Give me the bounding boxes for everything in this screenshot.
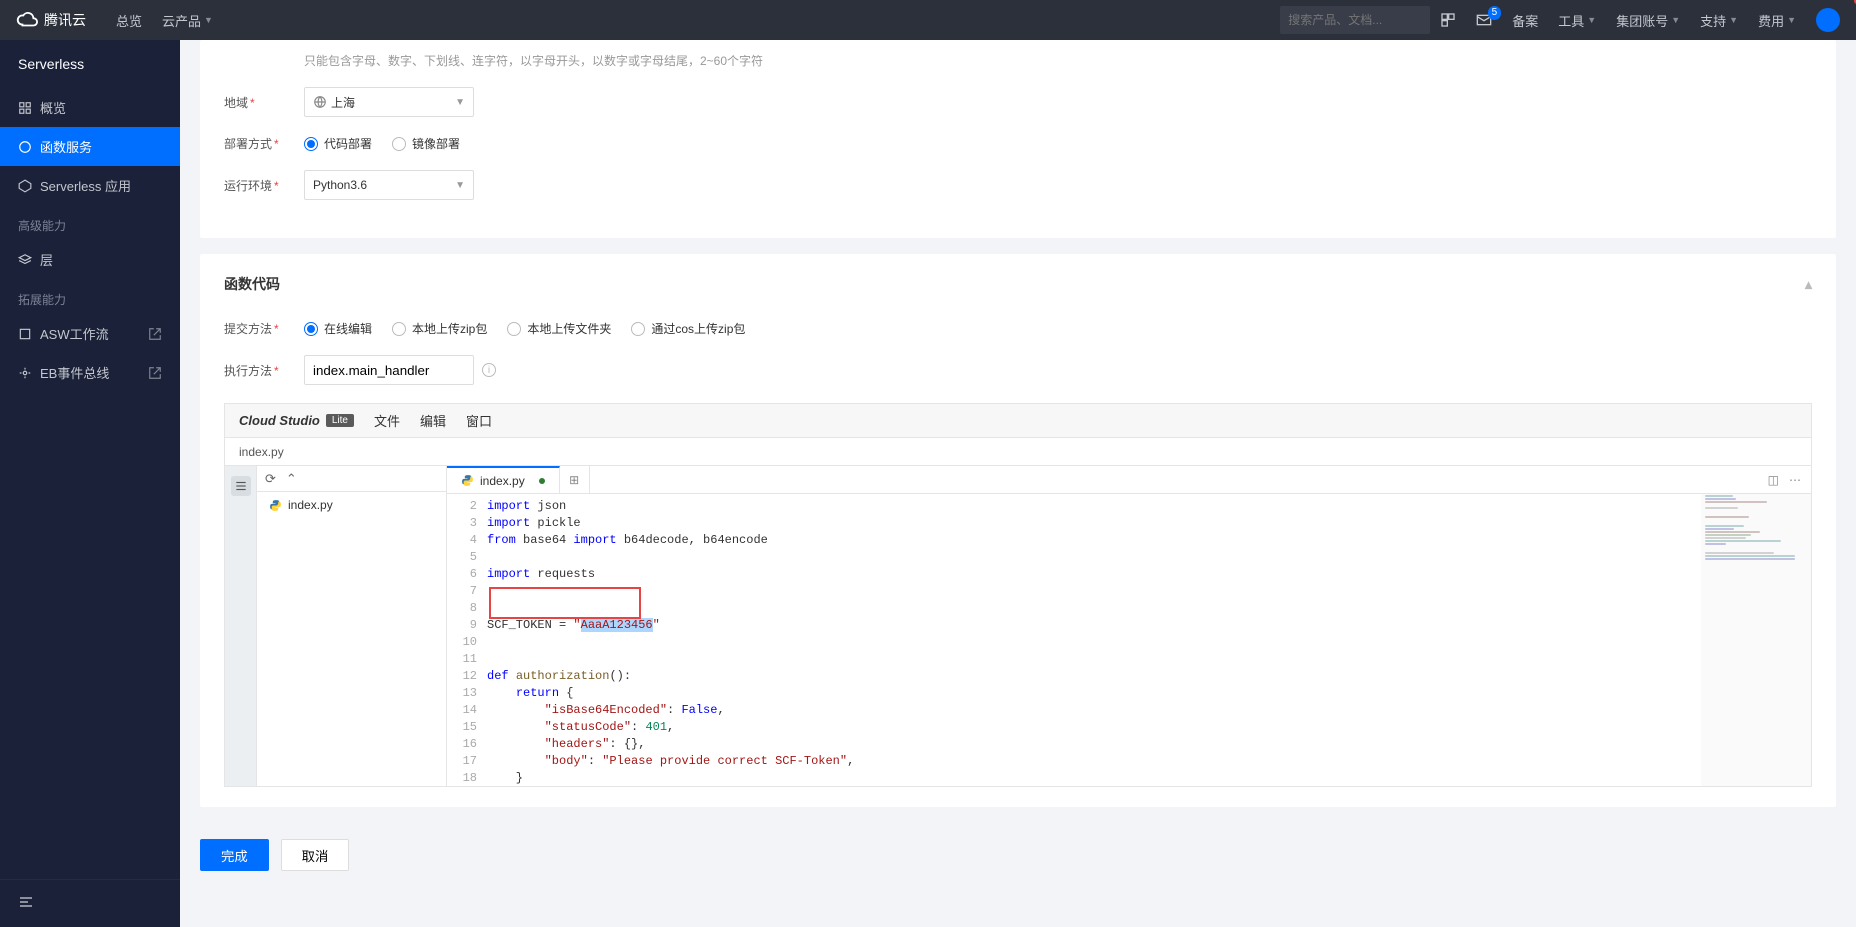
- radio-submit-online[interactable]: 在线编辑: [304, 320, 372, 337]
- sidebar-collapse[interactable]: [0, 879, 180, 927]
- nav-overview[interactable]: 总览: [106, 11, 152, 30]
- brand-logo[interactable]: 腾讯云: [16, 9, 86, 31]
- ide: Cloud StudioLite 文件 编辑 窗口 index.py ⟳: [224, 403, 1812, 787]
- topbar: 腾讯云 总览 云产品▼ 5 备案 工具▼ 集团账号▼ 支持▼ 费用▼: [0, 0, 1856, 40]
- ide-explorer: ⟳ ⌃ index.py: [257, 466, 447, 786]
- ide-tab-index[interactable]: index.py: [447, 466, 560, 493]
- globe-icon: [313, 95, 327, 109]
- brand-text: 腾讯云: [44, 10, 86, 30]
- explorer-file-index[interactable]: index.py: [257, 492, 446, 518]
- refresh-icon[interactable]: ⟳: [265, 471, 276, 487]
- sidebar-item-eb[interactable]: EB事件总线: [0, 353, 180, 392]
- layers-icon: [18, 253, 32, 267]
- minimap[interactable]: [1701, 494, 1811, 786]
- chevron-down-icon: ▼: [204, 15, 213, 25]
- complete-button[interactable]: 完成: [200, 839, 269, 871]
- workflow-icon: [18, 327, 32, 341]
- basic-config-panel: 只能包含字母、数字、下划线、连字符，以字母开头，以数字或字母结尾，2~60个字符…: [200, 40, 1836, 238]
- radio-deploy-image[interactable]: 镜像部署: [392, 135, 460, 152]
- mini-program-icon[interactable]: [1440, 12, 1456, 28]
- label-handler: 执行方法*: [224, 362, 304, 379]
- more-icon[interactable]: ⋯: [1789, 473, 1801, 487]
- menu-support[interactable]: 支持▼: [1690, 11, 1748, 30]
- python-icon: [461, 474, 474, 487]
- external-link-icon: [148, 366, 162, 380]
- nav-products[interactable]: 云产品▼: [152, 11, 223, 30]
- footer-actions: 完成 取消: [200, 823, 1836, 887]
- radio-submit-cos[interactable]: 通过cos上传zip包: [631, 320, 745, 337]
- collapse-icon: [18, 894, 34, 910]
- function-code-panel: 函数代码 ▴ 提交方法* 在线编辑 本地上传zip包 本地上传文件夹 通过cos…: [200, 254, 1836, 807]
- chevron-down-icon: ▼: [455, 180, 465, 191]
- ide-breadcrumb: index.py: [225, 438, 1811, 466]
- ide-tab-add[interactable]: ⊞: [560, 466, 590, 493]
- runtime-select[interactable]: Python3.6 ▼: [304, 170, 474, 200]
- external-link-icon: [148, 327, 162, 341]
- sidebar-item-app[interactable]: Serverless 应用: [0, 166, 180, 205]
- chevron-down-icon: ▼: [455, 97, 465, 108]
- cloud-icon: [16, 9, 38, 31]
- chevron-up-icon[interactable]: ▴: [1805, 276, 1812, 293]
- sidebar-section-advanced: 高级能力: [0, 205, 180, 240]
- ide-topbar: Cloud StudioLite 文件 编辑 窗口: [225, 404, 1811, 438]
- grid-icon: [18, 101, 32, 115]
- sidebar-section-extend: 拓展能力: [0, 279, 180, 314]
- unsaved-dot-icon: [539, 478, 545, 484]
- eventbus-icon: [18, 366, 32, 380]
- section-title-code: 函数代码 ▴: [224, 274, 1812, 302]
- ide-menu-file[interactable]: 文件: [374, 411, 400, 430]
- radio-deploy-code[interactable]: 代码部署: [304, 135, 372, 152]
- code-editor[interactable]: 234567891011121314151617181920212223 imp…: [447, 494, 1701, 786]
- ide-menu-edit[interactable]: 编辑: [420, 411, 446, 430]
- app-icon: [18, 179, 32, 193]
- cancel-button[interactable]: 取消: [281, 839, 350, 871]
- user-avatar[interactable]: [1816, 8, 1840, 32]
- messages-icon[interactable]: 5: [1476, 12, 1492, 28]
- ide-tabs: index.py ⊞ ◫ ⋯: [447, 466, 1811, 494]
- menu-beian[interactable]: 备案: [1502, 11, 1548, 30]
- label-region: 地域*: [224, 94, 304, 111]
- sidebar-item-overview[interactable]: 概览: [0, 88, 180, 127]
- menu-billing[interactable]: 费用▼: [1748, 11, 1806, 30]
- sidebar-title: Serverless: [0, 40, 180, 88]
- label-submit: 提交方法*: [224, 320, 304, 337]
- radio-submit-folder[interactable]: 本地上传文件夹: [507, 320, 611, 337]
- menu-account[interactable]: 集团账号▼: [1606, 11, 1690, 30]
- main-content: 只能包含字母、数字、下划线、连字符，以字母开头，以数字或字母结尾，2~60个字符…: [180, 40, 1856, 927]
- label-runtime: 运行环境*: [224, 177, 304, 194]
- collapse-all-icon[interactable]: ⌃: [286, 471, 297, 487]
- search-input[interactable]: [1288, 13, 1443, 27]
- explorer-icon[interactable]: [231, 476, 251, 496]
- sidebar: Serverless 概览 函数服务 Serverless 应用 高级能力 层 …: [0, 40, 180, 927]
- split-editor-icon[interactable]: ◫: [1768, 473, 1779, 487]
- name-hint: 只能包含字母、数字、下划线、连字符，以字母开头，以数字或字母结尾，2~60个字符: [304, 52, 1812, 69]
- handler-input[interactable]: [304, 355, 474, 385]
- sidebar-item-layer[interactable]: 层: [0, 240, 180, 279]
- python-icon: [269, 499, 282, 512]
- sidebar-item-asw[interactable]: ASW工作流: [0, 314, 180, 353]
- menu-tools[interactable]: 工具▼: [1548, 11, 1606, 30]
- region-select[interactable]: 上海 ▼: [304, 87, 474, 117]
- label-deploy: 部署方式*: [224, 135, 304, 152]
- search-box[interactable]: [1280, 6, 1430, 34]
- ide-menu-window[interactable]: 窗口: [466, 411, 492, 430]
- ide-activity-bar: [225, 466, 257, 786]
- sidebar-item-scf[interactable]: 函数服务: [0, 127, 180, 166]
- function-icon: [18, 140, 32, 154]
- message-badge: 5: [1488, 6, 1502, 20]
- info-icon[interactable]: i: [482, 363, 496, 377]
- radio-submit-zip[interactable]: 本地上传zip包: [392, 320, 487, 337]
- ide-brand: Cloud StudioLite: [239, 413, 354, 428]
